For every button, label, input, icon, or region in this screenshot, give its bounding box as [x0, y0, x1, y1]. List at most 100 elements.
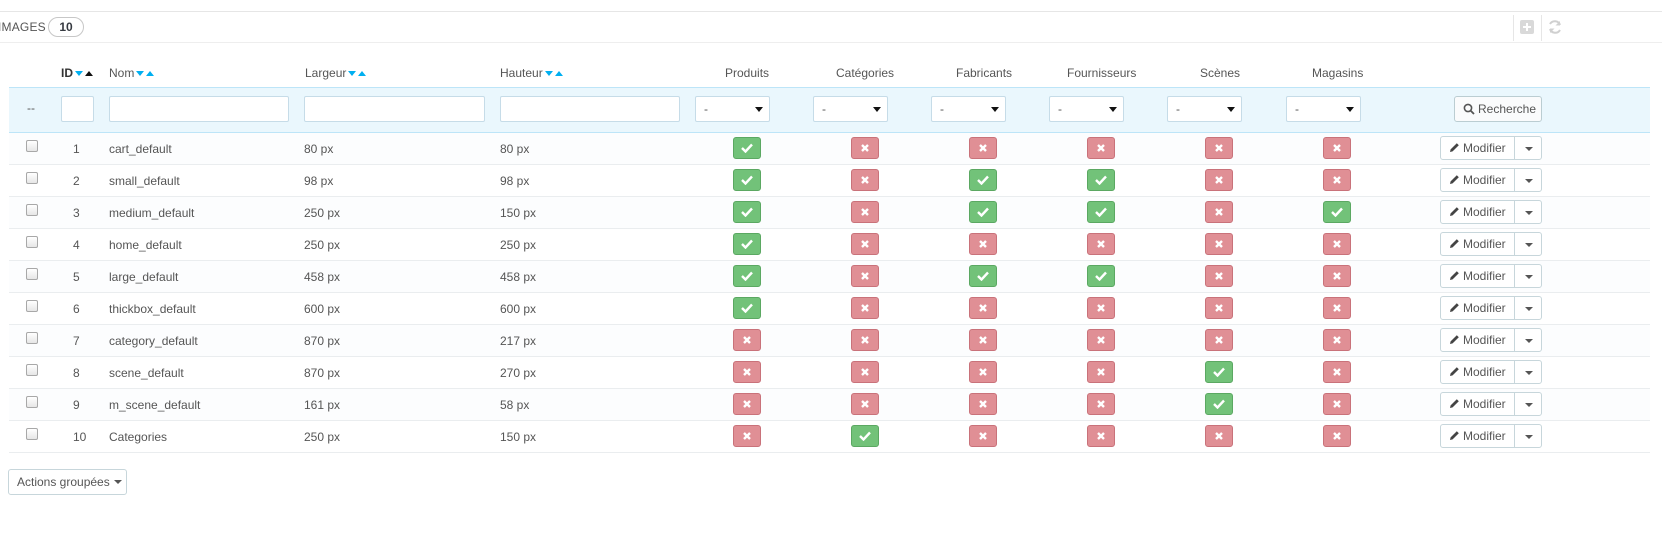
edit-button[interactable]: Modifier: [1440, 424, 1515, 448]
status-fournisseurs-cross-icon[interactable]: [1087, 137, 1115, 159]
status-categories-cross-icon[interactable]: [851, 265, 879, 287]
edit-button[interactable]: Modifier: [1440, 200, 1515, 224]
row-actions-dropdown[interactable]: [1514, 136, 1542, 160]
row-actions-dropdown[interactable]: [1514, 296, 1542, 320]
status-fabricants-check-icon[interactable]: [969, 265, 997, 287]
filter-hauteur-input[interactable]: [500, 96, 680, 122]
status-categories-cross-icon[interactable]: [851, 201, 879, 223]
status-produits-check-icon[interactable]: [733, 265, 761, 287]
status-fournisseurs-cross-icon[interactable]: [1087, 393, 1115, 415]
status-magasins-cross-icon[interactable]: [1323, 265, 1351, 287]
plus-square-icon[interactable]: [1519, 19, 1535, 35]
status-magasins-cross-icon[interactable]: [1323, 169, 1351, 191]
status-magasins-cross-icon[interactable]: [1323, 297, 1351, 319]
status-fabricants-cross-icon[interactable]: [969, 329, 997, 351]
status-produits-check-icon[interactable]: [733, 169, 761, 191]
edit-button[interactable]: Modifier: [1440, 296, 1515, 320]
filter-produits-select[interactable]: -: [695, 96, 770, 122]
filter-id-input[interactable]: [61, 96, 94, 122]
row-checkbox[interactable]: [26, 332, 38, 344]
status-fabricants-cross-icon[interactable]: [969, 137, 997, 159]
status-fournisseurs-cross-icon[interactable]: [1087, 425, 1115, 447]
row-checkbox[interactable]: [26, 140, 38, 152]
status-produits-check-icon[interactable]: [733, 297, 761, 319]
status-categories-check-icon[interactable]: [851, 425, 879, 447]
row-checkbox[interactable]: [26, 172, 38, 184]
table-row[interactable]: 8 scene_default 870 px 270 px Modifier: [9, 357, 1650, 389]
table-row[interactable]: 6 thickbox_default 600 px 600 px Modifier: [9, 293, 1650, 325]
column-header-nom[interactable]: Nom: [109, 66, 155, 80]
status-produits-cross-icon[interactable]: [733, 425, 761, 447]
status-fabricants-cross-icon[interactable]: [969, 393, 997, 415]
status-scenes-cross-icon[interactable]: [1205, 297, 1233, 319]
status-fournisseurs-check-icon[interactable]: [1087, 265, 1115, 287]
status-scenes-cross-icon[interactable]: [1205, 201, 1233, 223]
status-fabricants-cross-icon[interactable]: [969, 361, 997, 383]
status-categories-cross-icon[interactable]: [851, 393, 879, 415]
status-categories-cross-icon[interactable]: [851, 169, 879, 191]
status-produits-check-icon[interactable]: [733, 137, 761, 159]
filter-largeur-input[interactable]: [304, 96, 485, 122]
row-actions-dropdown[interactable]: [1514, 168, 1542, 192]
status-magasins-check-icon[interactable]: [1323, 201, 1351, 223]
status-fabricants-check-icon[interactable]: [969, 201, 997, 223]
table-row[interactable]: 7 category_default 870 px 217 px Modifier: [9, 325, 1650, 357]
status-fournisseurs-cross-icon[interactable]: [1087, 361, 1115, 383]
row-actions-dropdown[interactable]: [1514, 328, 1542, 352]
table-row[interactable]: 2 small_default 98 px 98 px Modifier: [9, 165, 1650, 197]
status-scenes-check-icon[interactable]: [1205, 361, 1233, 383]
edit-button[interactable]: Modifier: [1440, 328, 1515, 352]
table-row[interactable]: 9 m_scene_default 161 px 58 px Modifier: [9, 389, 1650, 421]
table-row[interactable]: 3 medium_default 250 px 150 px Modifier: [9, 197, 1650, 229]
status-scenes-cross-icon[interactable]: [1205, 233, 1233, 255]
column-header-hauteur[interactable]: Hauteur: [500, 66, 563, 80]
status-categories-cross-icon[interactable]: [851, 361, 879, 383]
filter-categories-select[interactable]: -: [813, 96, 888, 122]
status-scenes-cross-icon[interactable]: [1205, 137, 1233, 159]
filter-scenes-select[interactable]: -: [1167, 96, 1242, 122]
edit-button[interactable]: Modifier: [1440, 392, 1515, 416]
filter-nom-input[interactable]: [109, 96, 289, 122]
status-scenes-cross-icon[interactable]: [1205, 169, 1233, 191]
status-produits-check-icon[interactable]: [733, 201, 761, 223]
row-checkbox[interactable]: [26, 268, 38, 280]
bulk-actions-button[interactable]: Actions groupées: [8, 469, 127, 495]
status-produits-cross-icon[interactable]: [733, 393, 761, 415]
row-checkbox[interactable]: [26, 204, 38, 216]
refresh-icon[interactable]: [1547, 19, 1563, 35]
status-fabricants-check-icon[interactable]: [969, 169, 997, 191]
status-magasins-cross-icon[interactable]: [1323, 329, 1351, 351]
status-magasins-cross-icon[interactable]: [1323, 137, 1351, 159]
table-row[interactable]: 5 large_default 458 px 458 px Modifier: [9, 261, 1650, 293]
row-actions-dropdown[interactable]: [1514, 360, 1542, 384]
status-scenes-cross-icon[interactable]: [1205, 425, 1233, 447]
row-checkbox[interactable]: [26, 428, 38, 440]
status-fournisseurs-cross-icon[interactable]: [1087, 329, 1115, 351]
column-header-largeur[interactable]: Largeur: [305, 66, 367, 80]
status-categories-cross-icon[interactable]: [851, 233, 879, 255]
table-row[interactable]: 1 cart_default 80 px 80 px Modifier: [9, 133, 1650, 165]
status-fournisseurs-cross-icon[interactable]: [1087, 233, 1115, 255]
status-magasins-cross-icon[interactable]: [1323, 233, 1351, 255]
row-actions-dropdown[interactable]: [1514, 232, 1542, 256]
filter-fabricants-select[interactable]: -: [931, 96, 1006, 122]
edit-button[interactable]: Modifier: [1440, 168, 1515, 192]
row-actions-dropdown[interactable]: [1514, 424, 1542, 448]
row-checkbox[interactable]: [26, 236, 38, 248]
edit-button[interactable]: Modifier: [1440, 360, 1515, 384]
status-fabricants-cross-icon[interactable]: [969, 297, 997, 319]
row-actions-dropdown[interactable]: [1514, 264, 1542, 288]
status-scenes-check-icon[interactable]: [1205, 393, 1233, 415]
table-row[interactable]: 10 Categories 250 px 150 px Modifier: [9, 421, 1650, 453]
status-produits-cross-icon[interactable]: [733, 361, 761, 383]
status-magasins-cross-icon[interactable]: [1323, 393, 1351, 415]
status-fournisseurs-check-icon[interactable]: [1087, 169, 1115, 191]
status-fournisseurs-cross-icon[interactable]: [1087, 297, 1115, 319]
column-header-id[interactable]: ID: [61, 66, 93, 80]
status-fabricants-cross-icon[interactable]: [969, 233, 997, 255]
row-actions-dropdown[interactable]: [1514, 392, 1542, 416]
status-categories-cross-icon[interactable]: [851, 137, 879, 159]
status-produits-check-icon[interactable]: [733, 233, 761, 255]
status-scenes-cross-icon[interactable]: [1205, 265, 1233, 287]
status-fournisseurs-check-icon[interactable]: [1087, 201, 1115, 223]
